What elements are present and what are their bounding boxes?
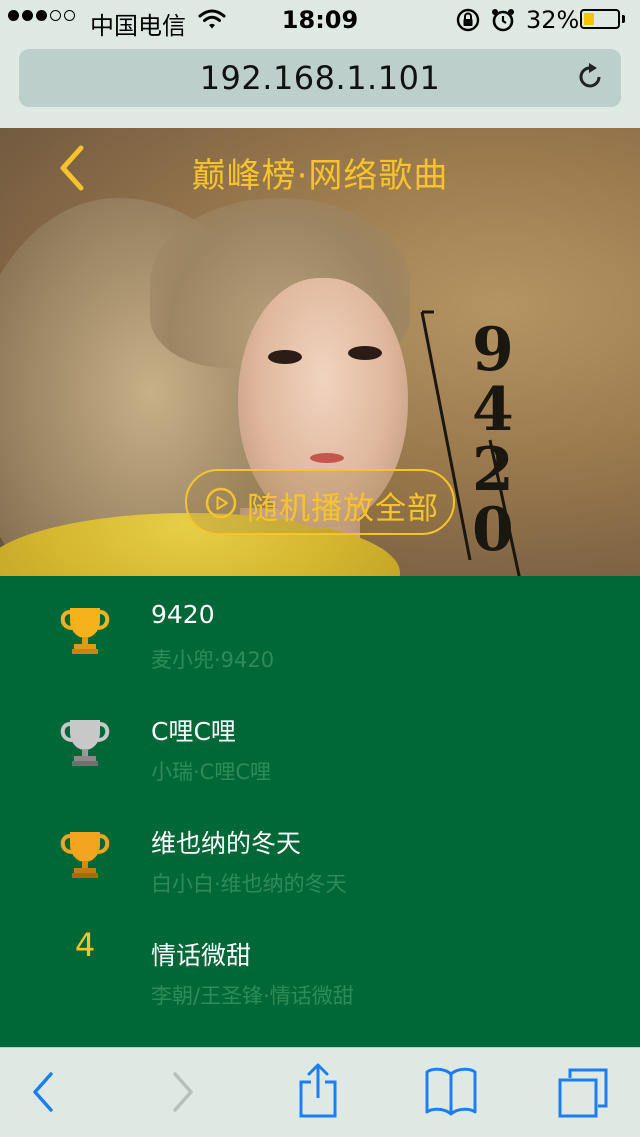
playlist-cover: 9 4 2 0 巅峰榜·网络歌曲 随机播放全部 [0,128,640,576]
song-title: C哩C哩 [151,717,236,746]
signal-strength-icon [8,10,75,21]
song-artist: 小瑞·C哩C哩 [151,760,272,784]
address-bar[interactable]: 192.168.1.101 [19,49,621,107]
alarm-icon [490,7,516,39]
browser-toolbar [0,1047,640,1137]
tabs-icon[interactable] [556,1066,610,1122]
bookmarks-icon[interactable] [424,1066,478,1120]
rotation-lock-icon [455,8,481,38]
wifi-icon [198,8,226,36]
browser-address-area: 192.168.1.101 [0,40,640,128]
list-item[interactable]: 4 情话微甜 李朝/王圣锋·情话微甜 [0,912,640,1024]
list-item[interactable]: 维也纳的冬天 白小白·维也纳的冬天 [0,800,640,912]
status-bar: 中国电信 18:09 32% [0,0,640,40]
battery-icon [580,9,620,29]
song-title: 9420 [151,600,215,629]
reload-icon[interactable] [577,63,605,97]
song-artist: 李朝/王圣锋·情话微甜 [151,984,354,1008]
gold-trophy-icon [60,608,110,654]
back-arrow-icon[interactable] [30,1070,56,1118]
cover-wall-number: 9 4 2 0 [420,310,521,576]
song-artist: 麦小兜·9420 [151,648,275,672]
carrier-name: 中国电信 [90,12,186,40]
song-list: 9420 麦小兜·9420 C哩C哩 小瑞·C哩C哩 维也纳的冬天 白小白·维也… [0,576,640,1048]
share-icon[interactable] [297,1062,339,1122]
shuffle-label: 随机播放全部 [247,491,439,527]
forward-arrow-icon[interactable] [170,1070,196,1118]
bronze-trophy-icon [60,832,110,878]
shuffle-play-all-button[interactable]: 随机播放全部 [185,469,455,535]
list-item[interactable]: 9420 麦小兜·9420 [0,576,640,688]
song-artist: 白小白·维也纳的冬天 [151,872,347,896]
cover-digit: 0 [472,495,514,565]
url-text[interactable]: 192.168.1.101 [19,59,621,97]
rank-number: 4 [74,926,96,964]
battery-percent: 32% [526,6,580,34]
play-circle-icon [205,487,237,519]
page-title: 巅峰榜·网络歌曲 [191,156,449,196]
song-title: 维也纳的冬天 [151,829,302,858]
song-title: 情话微甜 [151,941,252,970]
silver-trophy-icon [60,720,110,766]
list-item[interactable]: C哩C哩 小瑞·C哩C哩 [0,688,640,800]
